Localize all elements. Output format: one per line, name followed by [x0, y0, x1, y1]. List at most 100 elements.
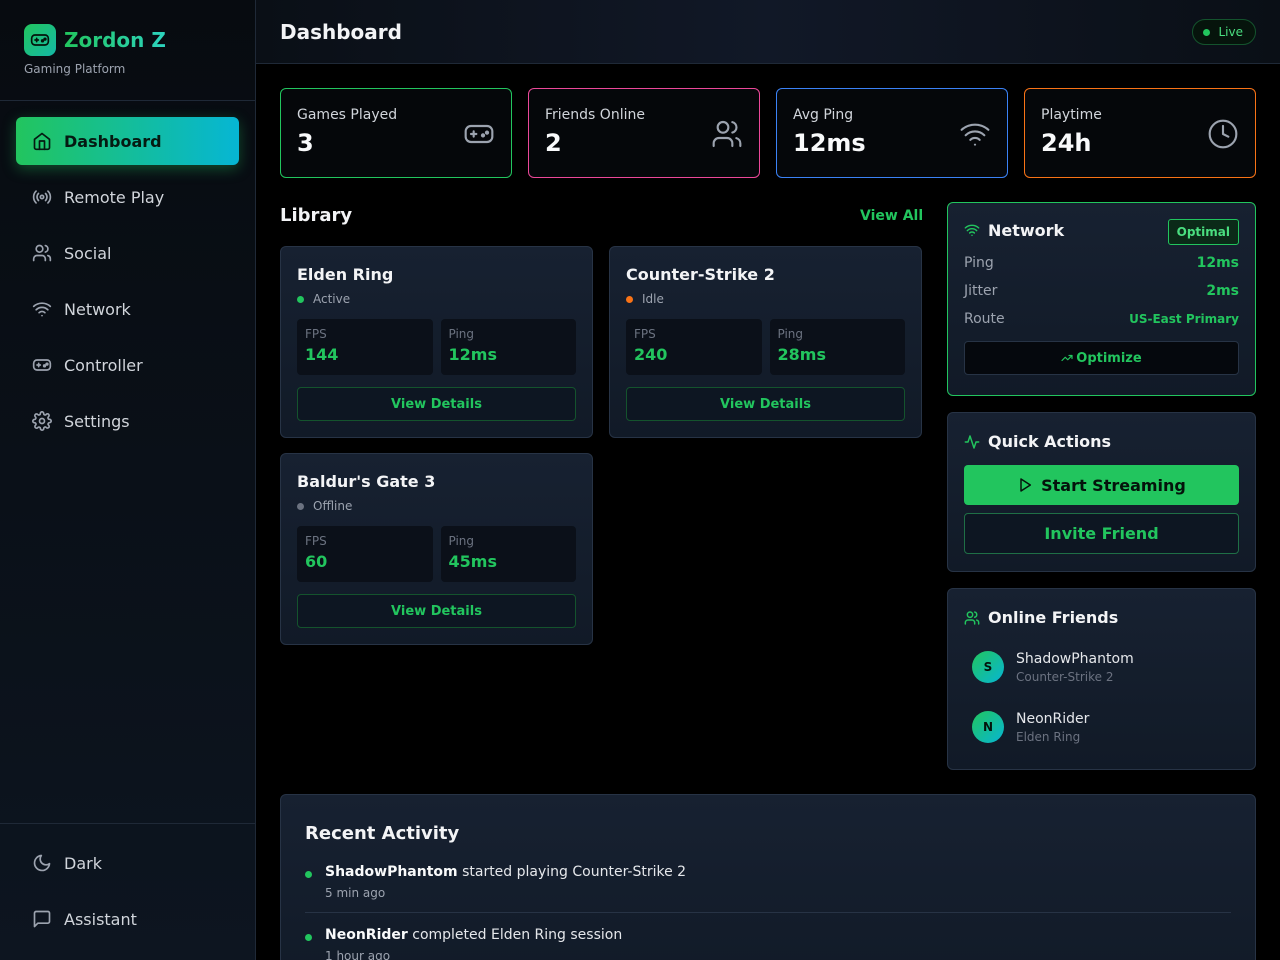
- metric-value: 240: [634, 345, 668, 364]
- game-status: Idle: [626, 292, 905, 306]
- view-all-link[interactable]: View All: [860, 208, 923, 224]
- divider: [0, 823, 255, 824]
- sidebar-item-label: Dashboard: [64, 131, 162, 151]
- divider: [305, 912, 1231, 913]
- sidebar-item-controller[interactable]: Controller: [16, 341, 239, 389]
- status-badge: Optimal: [1167, 219, 1239, 245]
- stat-card-playtime: Playtime 24h: [1024, 88, 1256, 178]
- activity-user: ShadowPhantom: [325, 864, 458, 880]
- stat-card-avg-ping: Avg Ping 12ms: [776, 88, 1008, 178]
- online-friends-panel: Online Friends S ShadowPhantom Counter-S…: [947, 588, 1256, 770]
- game-metrics: FPS 60 Ping 45ms: [297, 526, 576, 582]
- quick-actions-panel: Quick Actions Start Streaming Invite Fri…: [947, 412, 1256, 572]
- play-icon: [1020, 478, 1032, 492]
- friend-name: NeonRider: [1016, 710, 1090, 727]
- moon-icon: [33, 854, 51, 872]
- live-label: Live: [1218, 25, 1243, 39]
- metric-value: 12ms: [448, 345, 497, 364]
- users-icon: [32, 244, 52, 262]
- network-row-label: Ping: [964, 255, 994, 271]
- assistant-button[interactable]: Assistant: [16, 895, 239, 943]
- network-row-label: Route: [964, 311, 1005, 327]
- invite-friend-button[interactable]: Invite Friend: [964, 513, 1239, 554]
- game-status: Active: [297, 292, 576, 306]
- chat-icon: [33, 910, 51, 928]
- metric-fps: FPS 240: [626, 319, 762, 375]
- quick-actions-title: Quick Actions: [988, 432, 1112, 451]
- sidebar-item-label: Settings: [64, 411, 130, 431]
- sidebar-item-label: Network: [64, 299, 131, 319]
- metric-fps: FPS 144: [297, 319, 433, 375]
- status-dot: [626, 295, 633, 303]
- activity-description: completed Elden Ring session: [407, 927, 623, 943]
- gamepad-icon: [24, 24, 56, 56]
- network-row-route: Route US-East Primary: [964, 305, 1239, 333]
- metric-ping: Ping 45ms: [440, 526, 576, 582]
- sidebar-item-network[interactable]: Network: [16, 285, 239, 333]
- activity-item: NeonRider completed Elden Ring session 1…: [305, 927, 1231, 960]
- users-icon: [712, 120, 742, 148]
- game-card-counter-strike-2: Counter-Strike 2 Idle FPS 240 Ping 28ms …: [609, 246, 922, 438]
- panel-title: Online Friends: [964, 608, 1239, 627]
- network-row-label: Jitter: [964, 283, 998, 299]
- status-label: Offline: [313, 499, 353, 513]
- network-panel: Network Optimal Ping 12ms Jitter 2ms Rou…: [947, 202, 1256, 396]
- friends-list: S ShadowPhantom Counter-Strike 2 N NeonR…: [964, 637, 1239, 757]
- gear-icon: [32, 411, 52, 431]
- metric-label: FPS: [634, 327, 656, 341]
- wifi-icon: [964, 224, 980, 236]
- metric-value: 60: [305, 552, 328, 571]
- live-badge: Live: [1192, 19, 1256, 45]
- stat-card-friends-online: Friends Online 2: [528, 88, 760, 178]
- start-streaming-button[interactable]: Start Streaming: [964, 465, 1239, 505]
- metric-label: FPS: [305, 534, 327, 548]
- network-title: Network: [988, 221, 1065, 240]
- gamepad-icon: [464, 124, 494, 144]
- view-details-button[interactable]: View Details: [626, 387, 905, 421]
- activity-user: NeonRider: [325, 927, 408, 943]
- game-status: Offline: [297, 499, 576, 513]
- brand[interactable]: Zordon Z Gaming Platform: [24, 24, 166, 76]
- activity-text: ShadowPhantom started playing Counter-St…: [325, 864, 686, 880]
- gamepad-icon: [32, 359, 52, 371]
- network-row-value: 12ms: [1196, 255, 1239, 271]
- assistant-label: Assistant: [64, 909, 137, 929]
- sidebar-nav: Dashboard Remote Play Social Network Con…: [16, 117, 239, 453]
- game-card-baldurs-gate-3: Baldur's Gate 3 Offline FPS 60 Ping 45ms…: [280, 453, 593, 645]
- sidebar-item-dashboard[interactable]: Dashboard: [16, 117, 239, 165]
- sidebar-item-remote-play[interactable]: Remote Play: [16, 173, 239, 221]
- trending-up-icon: [1061, 354, 1073, 362]
- sidebar-item-social[interactable]: Social: [16, 229, 239, 277]
- metric-label: FPS: [305, 327, 327, 341]
- game-title: Baldur's Gate 3: [297, 472, 436, 491]
- view-details-button[interactable]: View Details: [297, 594, 576, 628]
- network-row-value: US-East Primary: [1129, 312, 1239, 326]
- view-details-button[interactable]: View Details: [297, 387, 576, 421]
- friend-item[interactable]: N NeonRider Elden Ring: [964, 697, 1239, 757]
- game-metrics: FPS 240 Ping 28ms: [626, 319, 905, 375]
- metric-fps: FPS 60: [297, 526, 433, 582]
- theme-toggle[interactable]: Dark: [16, 839, 239, 887]
- wifi-icon: [32, 302, 52, 317]
- avatar: S: [972, 651, 1004, 683]
- sidebar-item-settings[interactable]: Settings: [16, 397, 239, 445]
- panel-title: Quick Actions: [964, 432, 1239, 451]
- status-dot: [297, 502, 304, 510]
- metric-ping: Ping 28ms: [769, 319, 905, 375]
- friend-item[interactable]: S ShadowPhantom Counter-Strike 2: [964, 637, 1239, 697]
- friend-game: Counter-Strike 2: [1016, 669, 1114, 684]
- clock-icon: [1208, 119, 1238, 149]
- status-dot: [297, 295, 304, 303]
- recent-activity-panel: Recent Activity ShadowPhantom started pl…: [280, 794, 1256, 960]
- network-row-jitter: Jitter 2ms: [964, 277, 1239, 305]
- wifi-icon: [960, 123, 990, 146]
- divider: [0, 100, 255, 101]
- optimize-button[interactable]: Optimize: [964, 341, 1239, 375]
- optimize-label: Optimize: [1076, 350, 1142, 366]
- game-card-elden-ring: Elden Ring Active FPS 144 Ping 12ms View…: [280, 246, 593, 438]
- network-stats: Ping 12ms Jitter 2ms Route US-East Prima…: [964, 249, 1239, 333]
- activity-item: ShadowPhantom started playing Counter-St…: [305, 864, 1231, 900]
- metric-label: Ping: [448, 327, 475, 341]
- metric-value: 144: [305, 345, 339, 364]
- activity-dot: [305, 871, 312, 878]
